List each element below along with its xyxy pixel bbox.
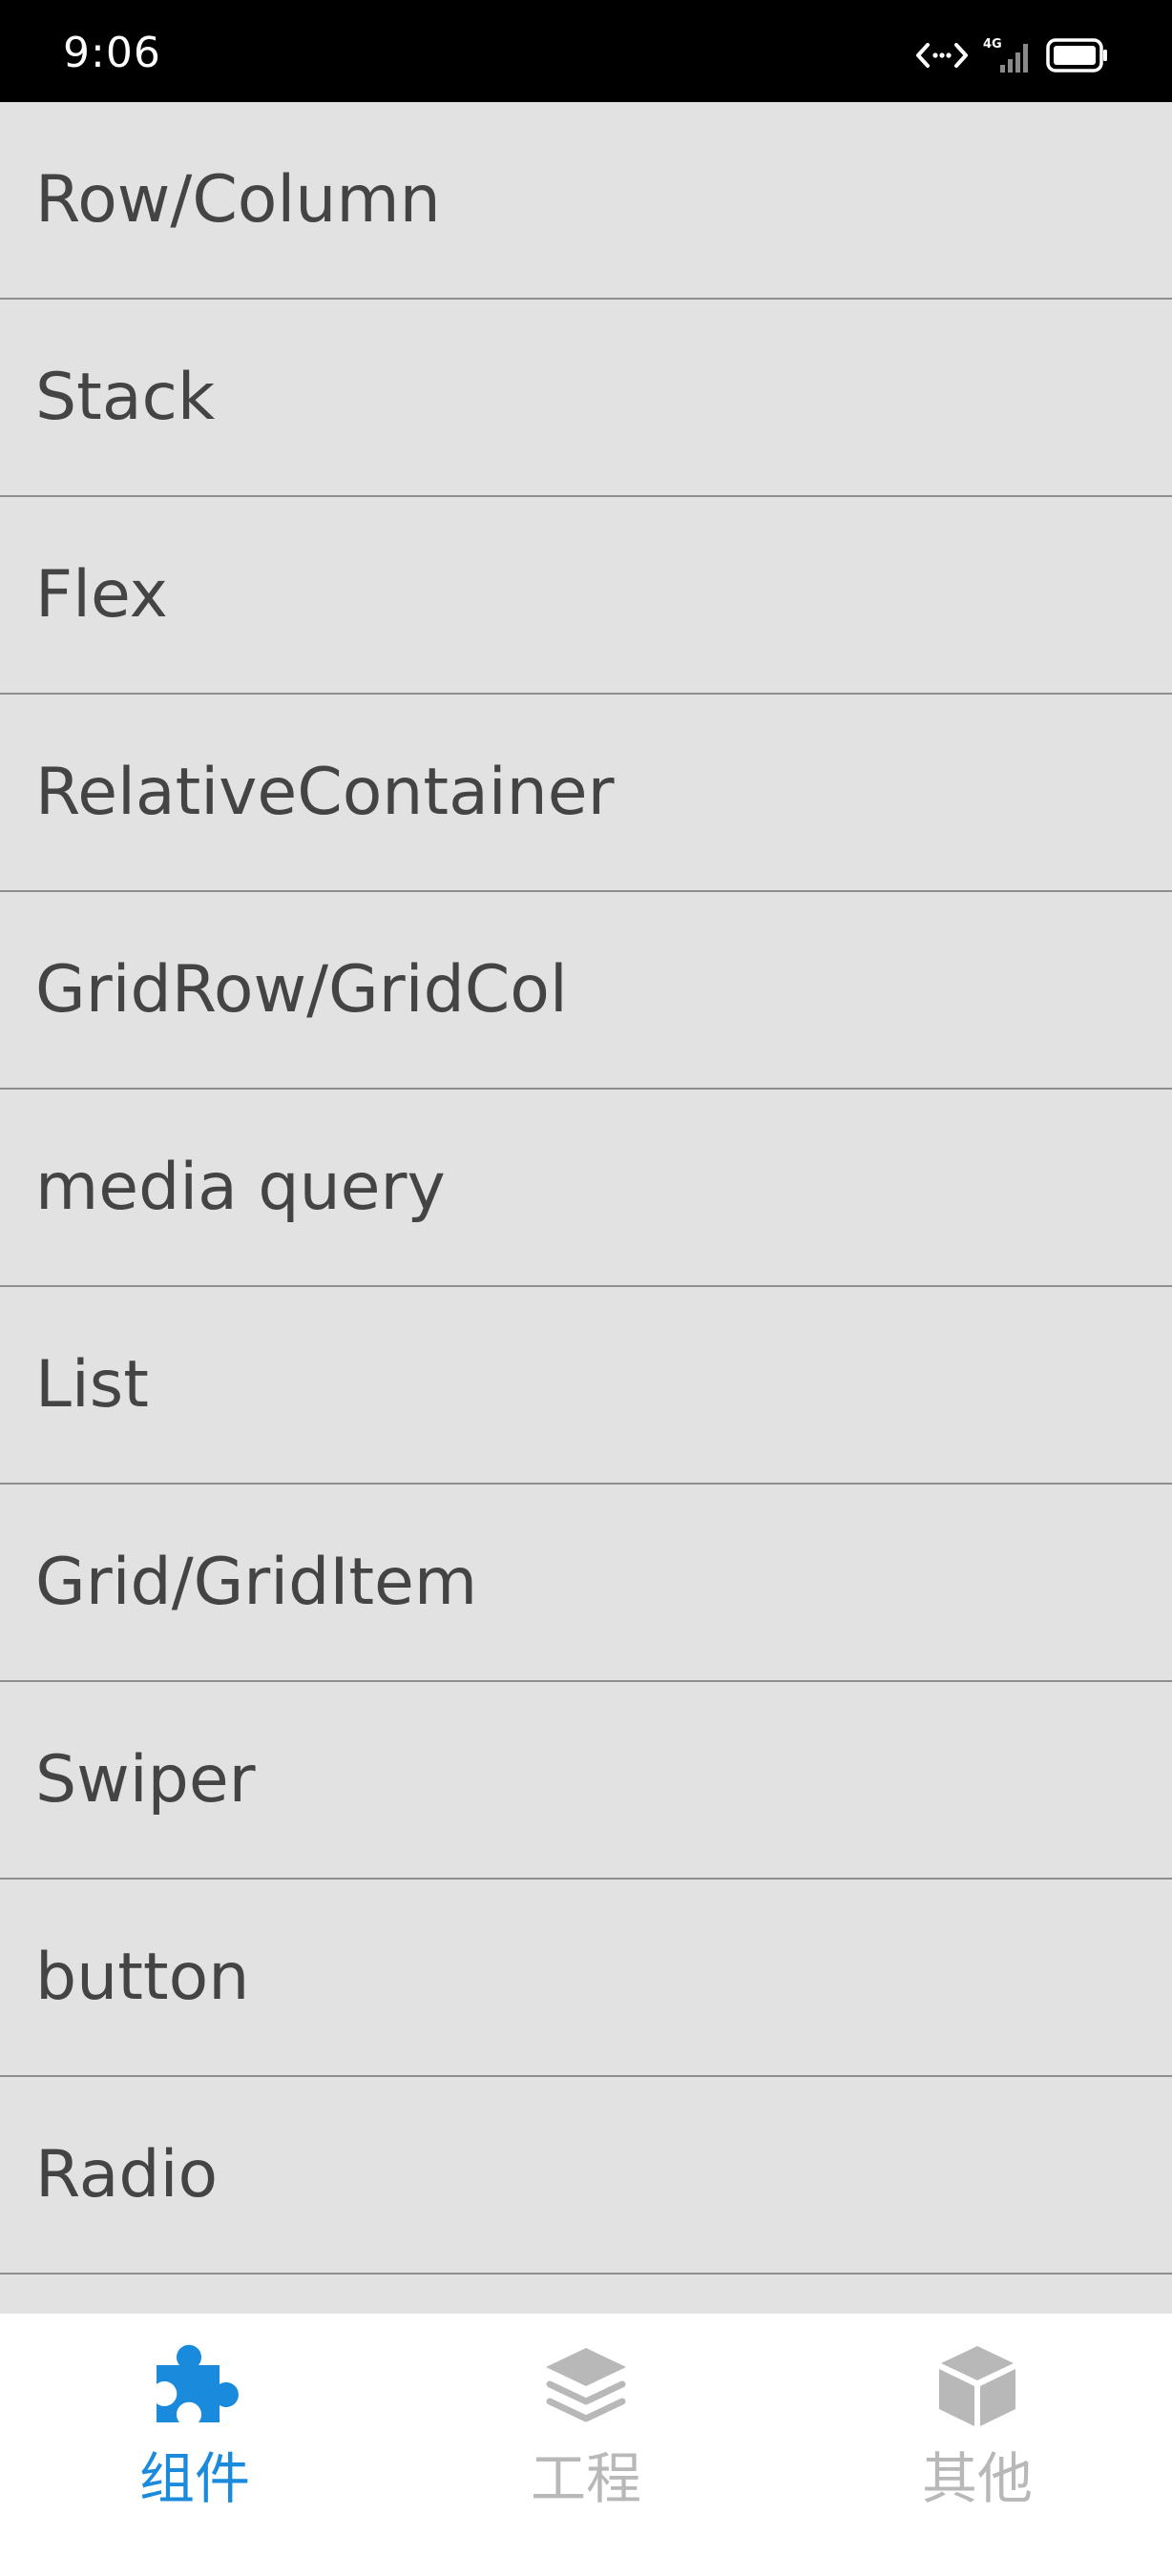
list-item[interactable]: Stack [0,300,1172,497]
list-item[interactable]: Flex [0,497,1172,695]
list-item-label: Row/Column [35,162,441,238]
list-item[interactable]: List [0,1287,1172,1485]
cube-icon [939,2346,1015,2426]
list-item-label: Swiper [35,1742,256,1818]
component-list[interactable]: Row/Column Stack Flex RelativeContainer … [0,102,1172,2314]
data-transfer-icon [916,43,968,68]
list-item-label: Flex [35,557,168,633]
list-item[interactable]: button [0,1880,1172,2077]
network-type-label: 4G [983,37,1002,52]
list-item[interactable]: Row/Column [0,102,1172,300]
list-item[interactable]: Grid/GridItem [0,1485,1172,1682]
list-item[interactable]: media query [0,1090,1172,1287]
list-item-label: Radio [35,2137,219,2212]
list-item[interactable]: Swiper [0,1682,1172,1880]
list-item-label: List [35,1347,149,1423]
bottom-tab-bar: 组件 工程 其他 [0,2314,1172,2576]
layers-icon [546,2348,626,2422]
list-item-label: media query [35,1150,446,1225]
list-item-label: Stack [35,360,216,435]
list-item-label: Grid/GridItem [35,1545,478,1620]
puzzle-icon [157,2344,239,2422]
status-time: 9:06 [63,29,161,77]
list-item[interactable]: GridRow/GridCol [0,892,1172,1090]
tab-label: 组件 [138,2446,250,2511]
tab-label: 工程 [530,2446,641,2511]
signal-icon: 4G [983,37,1028,73]
tab-projects[interactable]: 工程 [462,2342,710,2533]
battery-icon [1046,38,1107,73]
list-item[interactable]: Radio [0,2077,1172,2275]
tab-label: 其他 [921,2446,1033,2511]
list-item[interactable] [0,2275,1172,2314]
list-item-label: button [35,1940,250,2015]
list-item[interactable]: RelativeContainer [0,695,1172,892]
status-icons: 4G [916,36,1109,74]
tab-components[interactable]: 组件 [71,2342,319,2533]
list-item-label: RelativeContainer [35,755,615,830]
status-bar: 9:06 4G [0,0,1172,102]
list-item-label: GridRow/GridCol [35,952,568,1028]
tab-other[interactable]: 其他 [853,2342,1101,2533]
